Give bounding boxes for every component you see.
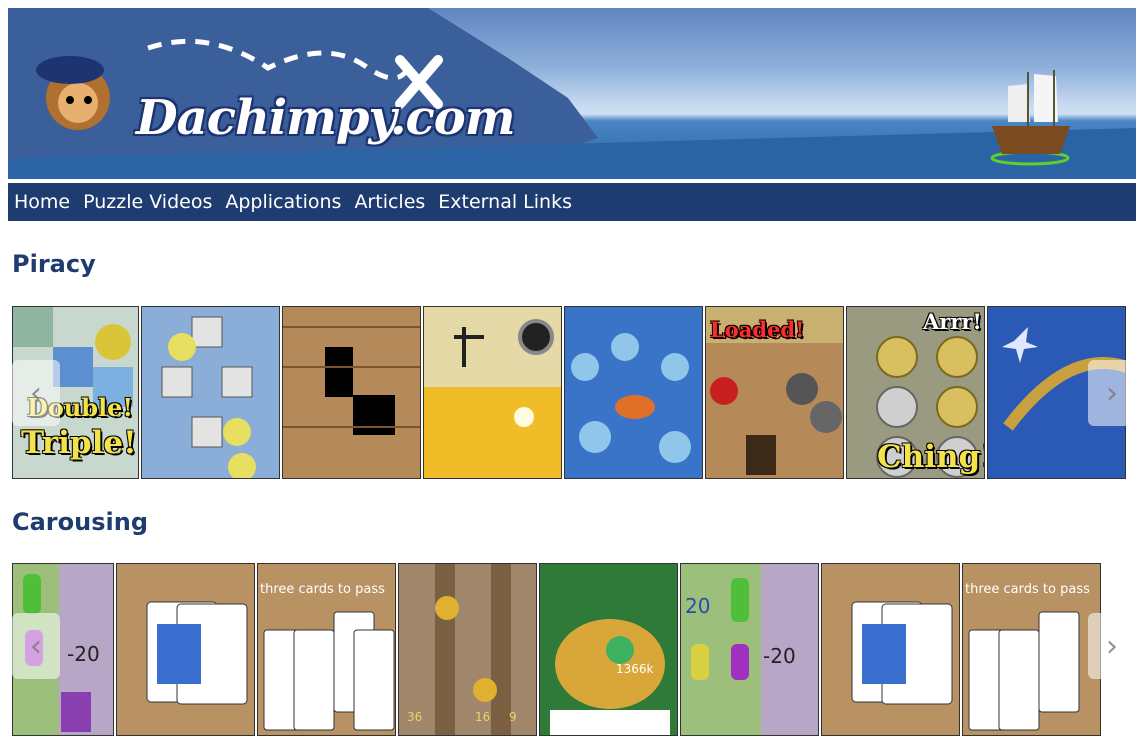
pass-instruction: three cards to pass (260, 582, 385, 597)
section-title-piracy: Piracy (12, 250, 96, 278)
site-banner[interactable]: Dachimpy.com (8, 8, 1136, 179)
piracy-thumb-3[interactable] (282, 306, 421, 479)
bonus-value: 20 (685, 594, 711, 618)
piracy-thumb-4[interactable] (423, 306, 562, 479)
piracy-thumb-5[interactable] (564, 306, 703, 479)
chevron-left-icon: ‹ (30, 375, 42, 411)
nav-puzzle-videos[interactable]: Puzzle Videos (83, 191, 212, 213)
chevron-right-icon: › (1106, 375, 1118, 411)
pass-instruction: three cards to pass (965, 582, 1090, 597)
piracy-carousel[interactable]: Double! Triple! Loaded! Arrr! Ching! ‹ › (12, 306, 1136, 480)
game-screenshot (681, 564, 818, 735)
piracy-thumb-7[interactable]: Arrr! Ching! (846, 306, 985, 479)
nav-applications[interactable]: Applications (225, 191, 341, 213)
game-screenshot (283, 307, 420, 478)
carousing-thumb-4[interactable]: 36 16 9 (398, 563, 537, 736)
carousing-thumb-5[interactable]: 1366k (539, 563, 678, 736)
piracy-thumb-6[interactable]: Loaded! (705, 306, 844, 479)
carousing-thumb-2[interactable] (116, 563, 255, 736)
lane-value-3: 9 (509, 710, 517, 724)
score-value: -20 (67, 642, 100, 666)
piracy-thumb-2[interactable] (141, 306, 280, 479)
gold-counter: 1366k (616, 662, 654, 676)
lane-value-2: 16 (475, 710, 491, 724)
ching-caption: Ching! (877, 439, 985, 475)
pirate-ship-image (990, 70, 1070, 166)
combo-caption-triple: Triple! (21, 425, 137, 461)
carousing-thumb-8[interactable]: three cards to pass (962, 563, 1101, 736)
lane-value-1: 36 (407, 710, 423, 724)
piracy-next-button[interactable]: › (1088, 360, 1136, 426)
game-screenshot (540, 564, 677, 735)
game-screenshot (142, 307, 279, 478)
arrr-caption: Arrr! (923, 309, 982, 334)
carousing-carousel[interactable]: -20 three cards to pass 36 16 9 1366k 20… (12, 563, 1136, 737)
carousing-thumb-6[interactable]: 20 -20 (680, 563, 819, 736)
carousing-thumb-3[interactable]: three cards to pass (257, 563, 396, 736)
chevron-left-icon: ‹ (30, 628, 42, 664)
carousing-next-button[interactable]: › (1088, 613, 1136, 679)
penalty-value: -20 (763, 644, 796, 668)
piracy-prev-button[interactable]: ‹ (12, 360, 60, 426)
nav-articles[interactable]: Articles (354, 191, 425, 213)
loaded-caption: Loaded! (710, 317, 805, 342)
carousing-prev-button[interactable]: ‹ (12, 613, 60, 679)
chevron-right-icon: › (1106, 628, 1118, 664)
game-screenshot (424, 307, 561, 478)
main-nav: Home Puzzle Videos Applications Articles… (8, 183, 1136, 221)
game-screenshot (822, 564, 959, 735)
game-screenshot (565, 307, 702, 478)
site-logo[interactable]: Dachimpy.com (136, 90, 516, 146)
section-title-carousing: Carousing (12, 508, 148, 536)
game-screenshot (117, 564, 254, 735)
nav-external-links[interactable]: External Links (438, 191, 572, 213)
nav-home[interactable]: Home (14, 191, 70, 213)
carousing-thumb-7[interactable] (821, 563, 960, 736)
